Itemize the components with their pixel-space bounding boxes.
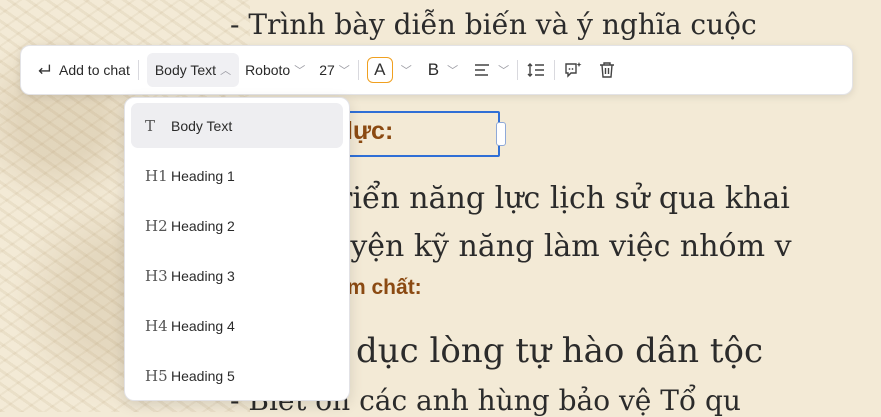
- text-style-menu: T Body Text H1 Heading 1 H2 Heading 2 H3…: [124, 97, 350, 401]
- menu-item-body-text[interactable]: T Body Text: [131, 103, 343, 148]
- doc-heading-2: m chất:: [347, 276, 422, 299]
- text-selection-box[interactable]: [334, 111, 500, 157]
- text-color-button[interactable]: A ﹀: [366, 53, 412, 87]
- text-color-swatch: A: [366, 57, 393, 83]
- heading-1-icon: H1: [145, 166, 168, 185]
- chevron-down-icon: ﹀: [498, 65, 510, 77]
- menu-item-heading-3[interactable]: H3 Heading 3: [131, 253, 343, 298]
- chevron-down-icon: ﹀: [294, 65, 306, 77]
- menu-item-label: Heading 3: [171, 267, 235, 284]
- line-spacing-button[interactable]: [526, 53, 546, 87]
- heading-3-icon: H3: [145, 266, 168, 285]
- chevron-up-icon: ︿: [220, 65, 232, 77]
- doc-line-2: uyện kỹ năng làm việc nhóm v: [331, 229, 792, 264]
- align-button[interactable]: ﹀: [472, 53, 509, 87]
- menu-item-heading-2[interactable]: H2 Heading 2: [131, 203, 343, 248]
- toolbar-divider: [357, 60, 359, 80]
- add-to-chat-label: Add to chat: [59, 62, 130, 78]
- toolbar-divider: [517, 60, 519, 80]
- align-left-icon: [475, 64, 490, 76]
- text-style-dropdown[interactable]: Body Text ︿: [146, 53, 240, 87]
- menu-item-label: Body Text: [171, 117, 233, 134]
- menu-item-label: Heading 5: [171, 367, 235, 384]
- menu-item-heading-4[interactable]: H4 Heading 4: [131, 303, 343, 348]
- heading-2-icon: H2: [145, 216, 168, 235]
- heading-5-icon: H5: [145, 366, 168, 385]
- menu-item-label: Heading 4: [171, 317, 235, 334]
- return-arrow-icon: [38, 64, 51, 75]
- font-family-dropdown[interactable]: Roboto ﹀: [245, 53, 305, 87]
- font-family-label: Roboto: [245, 62, 291, 78]
- font-size-dropdown[interactable]: 27 ﹀: [319, 53, 350, 87]
- toolbar-divider: [554, 60, 556, 80]
- text-icon: T: [145, 116, 156, 135]
- menu-item-heading-5[interactable]: H5 Heading 5: [131, 353, 343, 398]
- doc-line-3: dục lòng tự hào dân tộc: [356, 331, 764, 371]
- doc-top-line: - Trình bày diễn biến và ý nghĩa cuộc: [230, 8, 757, 41]
- doc-line-1: triển năng lực lịch sử qua khai: [326, 181, 790, 216]
- add-to-chat-button[interactable]: Add to chat: [35, 53, 130, 87]
- menu-item-label: Heading 1: [171, 167, 235, 184]
- resize-handle[interactable]: [496, 122, 506, 146]
- heading-4-icon: H4: [145, 316, 168, 335]
- bold-label: B: [427, 60, 440, 79]
- text-color-label: A: [374, 60, 386, 79]
- formatting-toolbar: Add to chat Body Text ︿ Roboto ﹀ 27 ﹀ A …: [20, 45, 853, 95]
- line-spacing-icon: [527, 63, 545, 77]
- toolbar-divider: [137, 60, 139, 80]
- delete-button[interactable]: [597, 53, 617, 87]
- ai-chat-icon: [565, 62, 582, 78]
- menu-item-label: Heading 2: [171, 217, 235, 234]
- ai-comment-button[interactable]: [563, 53, 583, 87]
- chevron-down-icon: ﹀: [400, 65, 412, 77]
- text-style-label: Body Text: [154, 62, 217, 78]
- trash-icon: [600, 62, 615, 78]
- chevron-down-icon: ﹀: [447, 65, 459, 77]
- bold-button[interactable]: B ﹀: [428, 53, 458, 87]
- chevron-down-icon: ﹀: [338, 65, 350, 77]
- menu-item-heading-1[interactable]: H1 Heading 1: [131, 153, 343, 198]
- font-size-label: 27: [319, 62, 335, 78]
